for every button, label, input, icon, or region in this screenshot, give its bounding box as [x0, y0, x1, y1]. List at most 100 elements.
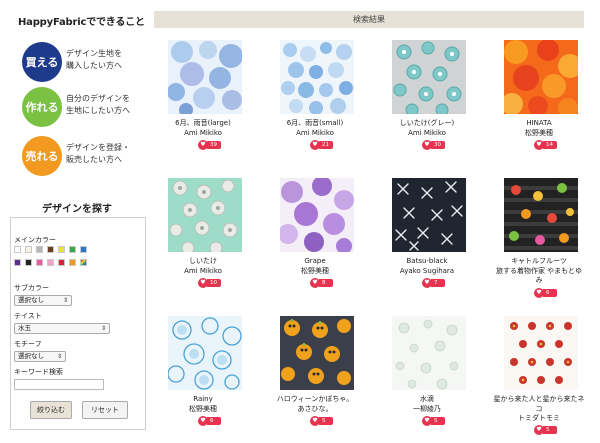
fabric-author[interactable]: Ayako Sugihara [367, 266, 487, 276]
fabric-thumbnail[interactable] [280, 316, 354, 390]
fabric-thumbnail[interactable] [280, 178, 354, 252]
feature-sell-desc: デザインを登録・ 販売したい方へ [66, 142, 130, 166]
motif-value: 選択なし [18, 352, 44, 360]
reset-button[interactable]: リセット [82, 401, 128, 419]
like-badge[interactable]: ♥ 14 [534, 140, 557, 150]
swatch-yellow[interactable] [58, 246, 65, 253]
pattern-waterdrop [392, 316, 466, 390]
fabric-thumbnail[interactable] [168, 178, 242, 252]
fabric-author[interactable]: 松野美穂 [255, 266, 375, 276]
like-badge[interactable]: ♥ 10 [198, 278, 221, 288]
like-count: 14 [543, 141, 557, 149]
feature-buy-desc: デザイン生地を 購入したい方へ [66, 48, 122, 72]
feature-sell-line1: デザインを登録・ [66, 143, 130, 152]
like-badge[interactable]: ♥ 6 [534, 288, 557, 298]
fabric-author[interactable]: あさひな。 [255, 404, 375, 414]
fabric-name[interactable]: Rainy [143, 394, 263, 404]
fabric-author-cont[interactable]: トミダトモミ [479, 413, 599, 423]
pattern-fruits-stripe [504, 178, 578, 252]
main-color-swatches-row1 [14, 246, 87, 253]
swatch-purple[interactable] [14, 259, 21, 266]
motif-select[interactable]: 選択なし ⇕ [14, 351, 66, 362]
fabric-author[interactable]: Ami Mikiko [143, 128, 263, 138]
swatch-red[interactable] [58, 259, 65, 266]
fabric-thumbnail[interactable] [168, 40, 242, 114]
make-circle-badge: 作れる [22, 87, 62, 127]
feature-make-line2: 生地にしたい方へ [66, 106, 130, 115]
swatch-multicolor[interactable] [80, 259, 87, 266]
fabric-thumbnail[interactable] [392, 40, 466, 114]
like-count: 30 [431, 141, 445, 149]
fabric-author-cont[interactable]: み [479, 275, 599, 285]
keyword-input[interactable] [14, 379, 104, 390]
pattern-watercolor-blue-small [280, 40, 354, 114]
swatch-green[interactable] [69, 246, 76, 253]
fabric-thumbnail[interactable] [504, 40, 578, 114]
taste-label: テイスト [14, 312, 42, 320]
taste-select[interactable]: 水玉 ⇕ [14, 323, 110, 334]
like-count: 39 [207, 141, 221, 149]
swatch-orange[interactable] [69, 259, 76, 266]
fabric-name[interactable]: キャトルフルーツ [479, 256, 599, 266]
like-count: 5 [319, 417, 333, 425]
sidebar: HappyFabricでできること 買える デザイン生地を 購入したい方へ 作れ… [0, 0, 150, 443]
sub-color-value: 選択なし [18, 296, 44, 304]
motif-label: モチーフ [14, 340, 42, 348]
fabric-name[interactable]: Batsu-black [367, 256, 487, 266]
fabric-name[interactable]: ハロウィーンかぼちゃ。 [255, 394, 375, 404]
swatch-cream[interactable] [25, 246, 32, 253]
main-color-swatches-row2 [14, 259, 87, 266]
fabric-name[interactable]: 6月、雨音(large) [143, 118, 263, 128]
fabric-author[interactable]: 松野美穂 [479, 128, 599, 138]
fabric-author[interactable]: Ami Mikiko [367, 128, 487, 138]
fabric-author[interactable]: Ami Mikiko [143, 266, 263, 276]
fabric-thumbnail[interactable] [392, 316, 466, 390]
like-count: 8 [319, 279, 333, 287]
like-count: 7 [431, 279, 445, 287]
swatch-white[interactable] [14, 246, 21, 253]
like-badge[interactable]: ♥ 30 [422, 140, 445, 150]
like-badge[interactable]: ♥ 5 [534, 425, 557, 435]
like-badge[interactable]: ♥ 8 [310, 278, 333, 288]
fabric-name[interactable]: しいたけ(グレー) [367, 118, 487, 128]
feature-make-desc: 自分のデザインを 生地にしたい方へ [66, 93, 130, 117]
like-badge[interactable]: ♥ 5 [310, 416, 333, 426]
fabric-author[interactable]: 松野美穂 [143, 404, 263, 414]
feature-make[interactable]: 作れる 自分のデザインを 生地にしたい方へ [22, 87, 150, 127]
like-badge[interactable]: ♥ 21 [310, 140, 333, 150]
like-badge[interactable]: ♥ 5 [422, 416, 445, 426]
fabric-thumbnail[interactable] [392, 178, 466, 252]
pattern-shiitake-mint [168, 178, 242, 252]
fabric-author[interactable]: Ami Mikiko [255, 128, 375, 138]
fabric-name[interactable]: しいたけ [143, 256, 263, 266]
main-color-label: メインカラー [14, 236, 56, 244]
fabric-name[interactable]: 6月、雨音(small) [255, 118, 375, 128]
fabric-name[interactable]: Grape [255, 256, 375, 266]
fabric-thumbnail[interactable] [280, 40, 354, 114]
fabric-thumbnail[interactable] [504, 178, 578, 252]
feature-buy[interactable]: 買える デザイン生地を 購入したい方へ [22, 42, 150, 82]
fabric-name[interactable]: 水滴 [367, 394, 487, 404]
swatch-black[interactable] [25, 259, 32, 266]
swatch-blue[interactable] [80, 246, 87, 253]
fabric-thumbnail[interactable] [504, 316, 578, 390]
fabric-thumbnail[interactable] [168, 316, 242, 390]
fabric-name[interactable]: 星から来た人と星から来たネ [479, 394, 599, 404]
like-badge[interactable]: ♥ 6 [198, 416, 221, 426]
fabric-author[interactable]: 一柳綾乃 [367, 404, 487, 414]
swatch-grey[interactable] [36, 246, 43, 253]
sub-color-select[interactable]: 選択なし ⇕ [14, 295, 72, 306]
swatch-pink[interactable] [36, 259, 43, 266]
like-badge[interactable]: ♥ 7 [422, 278, 445, 288]
feature-make-line1: 自分のデザインを [66, 94, 130, 103]
swatch-light-pink[interactable] [47, 259, 54, 266]
sell-circle-badge: 売れる [22, 136, 62, 176]
fabric-name[interactable]: HINATA [479, 118, 599, 128]
feature-sell[interactable]: 売れる デザインを登録・ 販売したい方へ [22, 136, 150, 176]
like-count: 10 [207, 279, 221, 287]
narrow-down-button[interactable]: 絞り込む [30, 401, 72, 419]
chevron-updown-icon: ⇕ [100, 325, 106, 332]
like-badge[interactable]: ♥ 39 [198, 140, 221, 150]
sidebar-title: HappyFabricでできること [18, 17, 145, 28]
swatch-brown[interactable] [47, 246, 54, 253]
